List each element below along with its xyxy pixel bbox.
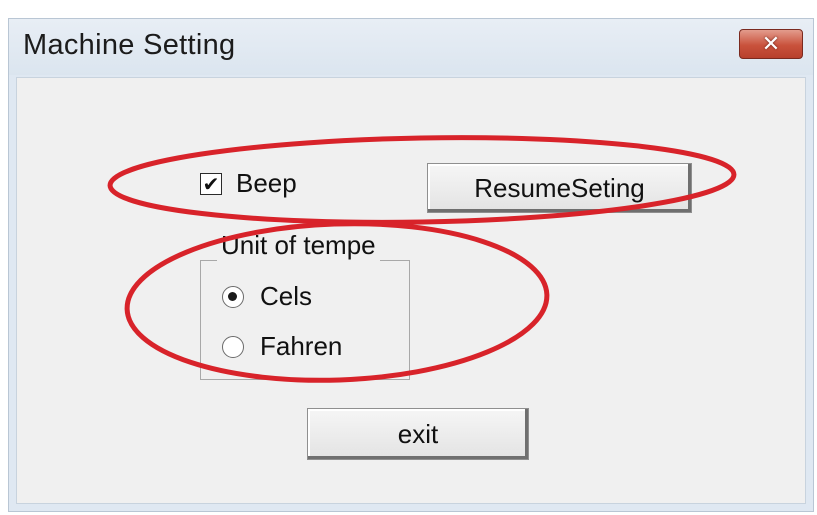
close-icon: ✕	[761, 31, 781, 57]
temperature-group-label: Unit of tempe	[217, 230, 380, 261]
temperature-unit-group	[200, 260, 410, 380]
machine-setting-dialog: Machine Setting ✕ ✔ Beep ResumeSeting Un…	[8, 18, 814, 512]
fahrenheit-radio[interactable]	[222, 335, 244, 358]
dialog-client-area: ✔ Beep ResumeSeting Unit of tempe Cels F…	[16, 77, 806, 504]
checkmark-icon: ✔	[202, 171, 220, 196]
window-title: Machine Setting	[23, 29, 236, 61]
fahrenheit-label: Fahren	[260, 331, 343, 361]
resume-setting-button[interactable]: ResumeSeting	[427, 163, 692, 213]
exit-button[interactable]: exit	[307, 408, 529, 460]
celsius-option[interactable]: Cels	[222, 281, 312, 312]
beep-checkbox[interactable]: ✔	[200, 171, 222, 196]
beep-label: Beep	[236, 168, 297, 198]
close-button[interactable]: ✕	[739, 29, 803, 59]
fahrenheit-option[interactable]: Fahren	[222, 331, 342, 362]
celsius-label: Cels	[260, 281, 313, 311]
title-bar[interactable]: Machine Setting ✕	[9, 19, 813, 75]
beep-checkbox-row[interactable]: ✔ Beep	[200, 168, 297, 199]
celsius-radio[interactable]	[222, 285, 244, 308]
